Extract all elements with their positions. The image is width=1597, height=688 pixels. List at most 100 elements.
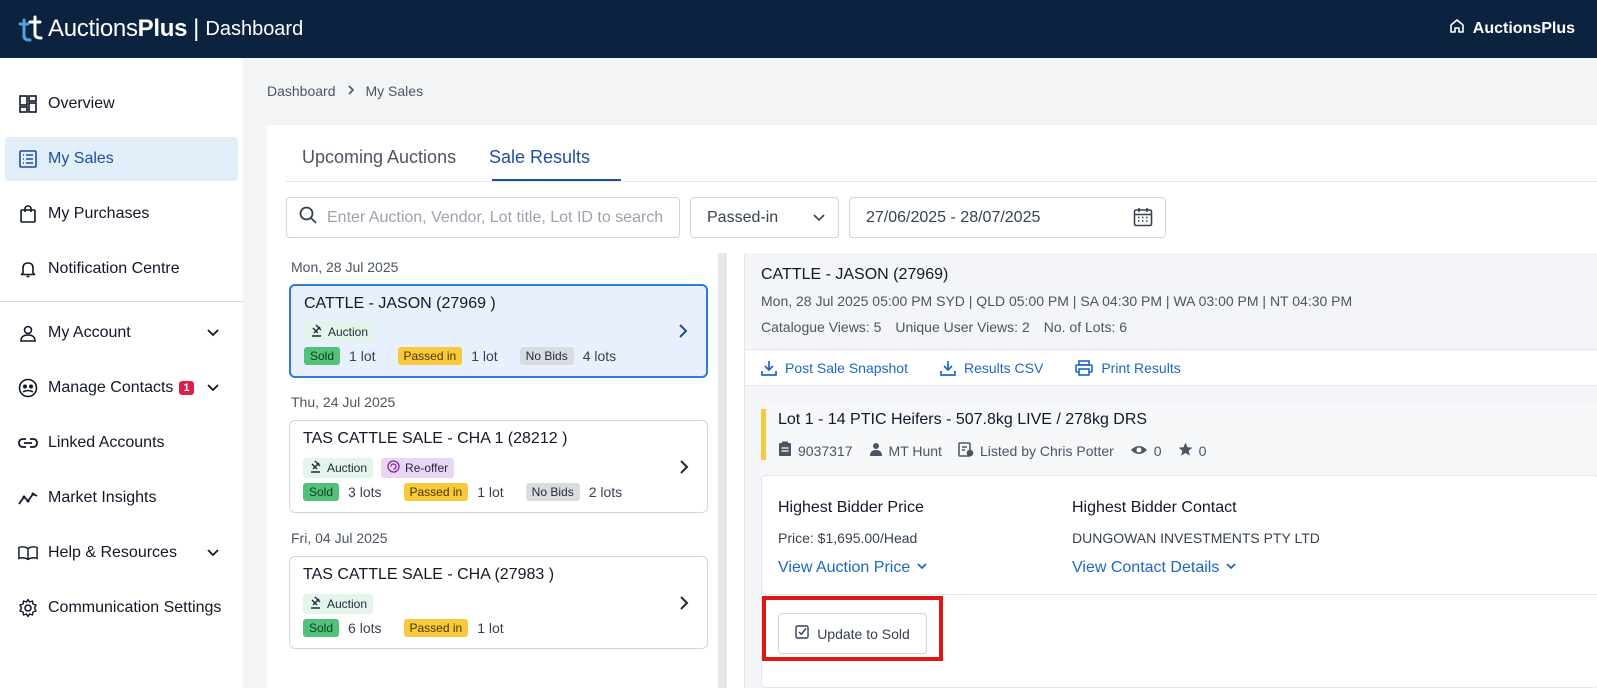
date-range-picker[interactable]: 27/06/2025 - 28/07/2025 [849, 197, 1166, 238]
sidebar-item-label: My Purchases [48, 205, 150, 222]
view-auction-price-link[interactable]: View Auction Price [778, 559, 928, 577]
eye-icon [1130, 443, 1148, 459]
no-bids-count: 2 lots [588, 484, 623, 500]
gavel-icon [309, 596, 322, 612]
search-input[interactable] [327, 208, 667, 227]
highest-bidder-price-heading: Highest Bidder Price [778, 499, 924, 516]
status-select[interactable]: Passed-in [690, 197, 839, 238]
sidebar-item-communication-settings[interactable]: Communication Settings [5, 586, 238, 630]
download-icon [940, 360, 956, 376]
number-of-lots: No. of Lots: 6 [1043, 319, 1128, 335]
search-box[interactable] [286, 197, 680, 238]
passed-in-count: 1 lot [477, 620, 504, 636]
sale-stats: Catalogue Views: 5 Unique User Views: 2 … [761, 319, 1127, 335]
chevron-down-icon [812, 210, 826, 229]
sidebar-item-my-account[interactable]: My Account [5, 311, 238, 355]
view-contact-details-link[interactable]: View Contact Details [1072, 559, 1237, 577]
lot-stars: 0 [1198, 442, 1207, 459]
reoffer-icon [387, 460, 400, 476]
chevron-right-icon [679, 459, 689, 480]
sidebar-item-label: Manage Contacts [48, 379, 174, 396]
tab-upcoming-auctions[interactable]: Upcoming Auctions [302, 147, 456, 168]
sidebar-item-help-resources[interactable]: Help & Resources [5, 531, 238, 575]
status-select-value: Passed-in [707, 208, 779, 226]
home-icon [1449, 18, 1465, 39]
reoffer-tag: Re-offer [381, 458, 455, 478]
sale-card[interactable]: CATTLE - JASON (27969 ) Auction Sold 1 lo… [289, 284, 708, 378]
chevron-right-icon [346, 83, 356, 99]
no-bids-pill: No Bids [525, 483, 580, 501]
lot-id: 9037317 [798, 442, 853, 459]
list-icon [18, 149, 38, 169]
star-icon [1178, 442, 1193, 460]
highest-bidder-contact: DUNGOWAN INVESTMENTS PTY LTD [1072, 530, 1320, 546]
post-sale-snapshot-link[interactable]: Post Sale Snapshot [761, 360, 908, 376]
chevron-down-icon [206, 380, 220, 399]
sale-card[interactable]: TAS CATTLE SALE - CHA 1 (28212 ) Auction… [289, 420, 708, 513]
sale-card-title: TAS CATTLE SALE - CHA (27983 ) [303, 566, 555, 583]
sidebar-item-label: Help & Resources [48, 544, 177, 561]
sale-date-heading: Fri, 04 Jul 2025 [291, 530, 388, 546]
sidebar-item-label: My Sales [48, 150, 114, 167]
sidebar-item-market-insights[interactable]: Market Insights [5, 476, 238, 520]
catalogue-views: Catalogue Views: 5 [761, 319, 882, 335]
sold-count: 6 lots [348, 620, 382, 636]
sidebar-item-label: Overview [48, 95, 115, 112]
contacts-icon [18, 378, 38, 398]
highest-bidder-contact-heading: Highest Bidder Contact [1072, 499, 1237, 516]
calendar-icon[interactable] [1133, 207, 1153, 232]
sidebar-item-my-sales[interactable]: My Sales [5, 137, 238, 181]
sidebar-item-notification-centre[interactable]: Notification Centre [5, 247, 238, 291]
auction-tag-label: Auction [327, 597, 368, 611]
breadcrumb-dashboard[interactable]: Dashboard [267, 83, 336, 99]
unique-user-views: Unique User Views: 2 [895, 319, 1030, 335]
post-sale-snapshot-label: Post Sale Snapshot [785, 359, 908, 376]
chevron-down-icon [206, 545, 220, 564]
passed-in-pill: Passed in [403, 483, 469, 501]
sidebar-item-my-purchases[interactable]: My Purchases [5, 192, 238, 236]
lot-status-bar [761, 409, 766, 460]
bell-icon [18, 259, 38, 279]
search-icon [299, 206, 317, 229]
passed-in-pill: Passed in [397, 347, 463, 365]
sale-card-title: TAS CATTLE SALE - CHA 1 (28212 ) [303, 430, 568, 447]
sidebar-item-label: Communication Settings [48, 599, 222, 616]
no-bids-count: 4 lots [582, 348, 617, 364]
chevron-down-icon [916, 559, 928, 577]
auction-tag: Auction [303, 594, 374, 614]
auction-tag: Auction [303, 458, 374, 478]
lot-title[interactable]: Lot 1 - 14 PTIC Heifers - 507.8kg LIVE /… [778, 411, 1147, 429]
date-range-value: 27/06/2025 - 28/07/2025 [866, 208, 1041, 226]
sidebar-item-linked-accounts[interactable]: Linked Accounts [5, 421, 238, 465]
reoffer-tag-label: Re-offer [405, 461, 449, 475]
list-scrollbar[interactable] [718, 253, 727, 688]
print-results-label: Print Results [1101, 359, 1181, 376]
no-bids-pill: No Bids [519, 347, 574, 365]
home-link-label: AuctionsPlus [1472, 19, 1575, 37]
header-section: Dashboard [205, 17, 304, 40]
print-results-link[interactable]: Print Results [1075, 359, 1181, 376]
logo-mark-icon [16, 14, 46, 44]
passed-in-count: 1 lot [471, 348, 498, 364]
passed-in-count: 1 lot [477, 484, 504, 500]
auctionsplus-logo[interactable]: AuctionsPlus | Dashboard [16, 14, 303, 44]
sidebar-item-manage-contacts[interactable]: Manage Contacts 1 [5, 366, 238, 410]
clipboard-icon [778, 441, 792, 460]
highest-bidder-price: Price: $1,695.00/Head [778, 530, 918, 546]
tab-bar: Upcoming Auctions Sale Results [286, 125, 1597, 182]
sale-actions-bar: Post Sale Snapshot Results CSV Print Res… [745, 349, 1597, 386]
sidebar-item-overview[interactable]: Overview [5, 82, 238, 126]
gear-icon [18, 598, 38, 618]
chevron-right-icon [678, 323, 688, 344]
sidebar-divider [0, 301, 243, 302]
sale-schedule: Mon, 28 Jul 2025 05:00 PM SYD | QLD 05:0… [761, 293, 1353, 309]
sold-pill: Sold [303, 619, 340, 637]
user-icon [18, 323, 38, 343]
home-link[interactable]: AuctionsPlus [1449, 18, 1575, 39]
tab-sale-results[interactable]: Sale Results [489, 147, 590, 168]
shopping-bag-icon [18, 204, 38, 224]
top-bar: AuctionsPlus | Dashboard AuctionsPlus [0, 0, 1597, 58]
sale-card[interactable]: TAS CATTLE SALE - CHA (27983 ) Auction S… [289, 556, 708, 649]
gavel-icon [309, 460, 322, 476]
results-csv-link[interactable]: Results CSV [940, 360, 1043, 376]
